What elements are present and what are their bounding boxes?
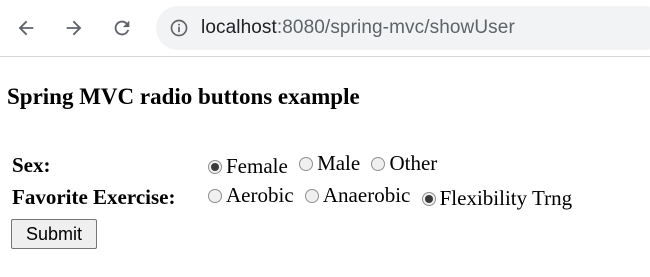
back-button[interactable] [10, 12, 42, 44]
sex-label: Sex: [12, 152, 51, 177]
arrow-right-icon [66, 20, 82, 36]
reload-button[interactable] [106, 12, 138, 44]
sex-option-label: Male [317, 151, 361, 175]
arrow-left-icon [18, 20, 34, 36]
address-bar[interactable]: localhost:8080/spring-mvc/showUser [156, 6, 650, 50]
page-title: Spring MVC radio buttons example [7, 84, 360, 109]
submit-button[interactable]: Submit [11, 219, 97, 249]
info-icon[interactable] [169, 18, 189, 38]
exercise-row: Favorite Exercise: Aerobic Anaerobic Fle… [11, 182, 577, 212]
exercise-option-label: Flexibility Trng [439, 186, 573, 210]
exercise-radio-anaerobic[interactable] [304, 188, 319, 203]
sex-row: Sex: Female Male Other [11, 150, 577, 180]
sex-option-label: Other [389, 151, 438, 175]
url-host: localhost [201, 17, 277, 38]
sex-option-label: Female [226, 154, 288, 178]
sex-option-other[interactable]: Other [369, 151, 437, 176]
sex-radio-male[interactable] [299, 156, 314, 171]
url-path: :8080/spring-mvc/showUser [276, 17, 515, 38]
exercise-label: Favorite Exercise: [12, 184, 176, 209]
exercise-option-anaerobic[interactable]: Anaerobic [303, 183, 410, 208]
browser-toolbar: localhost:8080/spring-mvc/showUser [0, 0, 650, 57]
exercise-option-flexibility[interactable]: Flexibility Trng [420, 186, 572, 211]
exercise-radio-aerobic[interactable] [208, 188, 222, 203]
exercise-options: Aerobic Anaerobic Flexibility Trng [205, 182, 577, 212]
sex-radio-female[interactable] [208, 159, 222, 174]
exercise-option-label: Aerobic [226, 183, 294, 207]
url-text[interactable]: localhost:8080/spring-mvc/showUser [201, 17, 515, 39]
exercise-option-aerobic[interactable]: Aerobic [206, 183, 294, 208]
reload-icon [114, 20, 130, 36]
exercise-radio-flexibility[interactable] [421, 191, 436, 206]
exercise-option-label: Anaerobic [322, 183, 411, 207]
user-form-table: Sex: Female Male Other Favorite Exercise… [9, 148, 579, 214]
sex-option-male[interactable]: Male [297, 151, 360, 176]
sex-options: Female Male Other [205, 150, 577, 180]
sex-option-female[interactable]: Female [206, 154, 288, 179]
sex-radio-other[interactable] [371, 156, 386, 171]
forward-button[interactable] [58, 12, 90, 44]
